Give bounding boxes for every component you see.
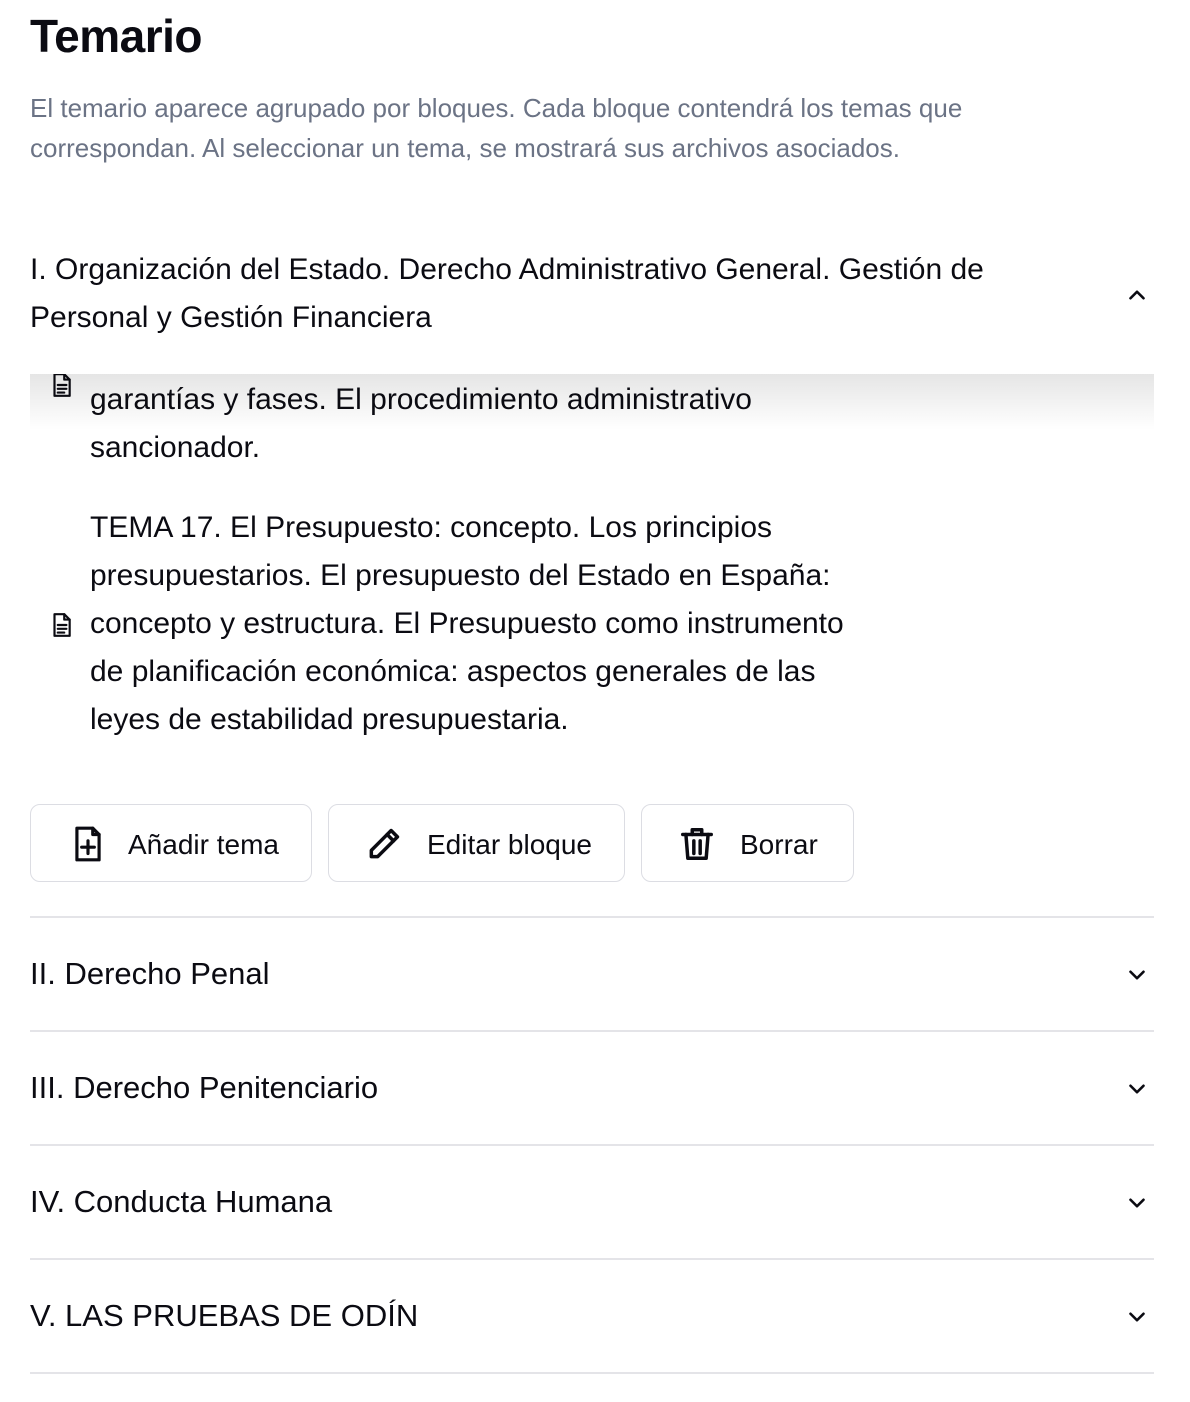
chevron-up-icon[interactable] — [1124, 282, 1150, 308]
pencil-icon — [369, 828, 400, 859]
page-description: El temario aparece agrupado por bloques.… — [30, 93, 963, 163]
document-icon — [53, 374, 71, 397]
topic-title: garantías y fases. El procedimiento admi… — [90, 383, 752, 464]
file-plus-icon — [75, 826, 101, 862]
chevron-down-icon[interactable] — [1124, 1076, 1150, 1102]
edit-block-label: Editar bloque — [427, 829, 593, 860]
document-icon — [53, 613, 71, 637]
delete-button[interactable]: Borrar — [641, 804, 854, 882]
block-header-iv[interactable]: IV. Conducta Humana — [30, 1146, 1154, 1258]
add-topic-label: Añadir tema — [128, 829, 279, 860]
block-title: I. Organización del Estado. Derecho Admi… — [30, 253, 984, 334]
block-header-iii[interactable]: III. Derecho Penitenciario — [30, 1032, 1154, 1144]
add-topic-button[interactable]: Añadir tema — [30, 804, 312, 882]
block-title: IV. Conducta Humana — [30, 1184, 333, 1219]
trash-icon — [681, 828, 713, 860]
topic-list[interactable]: garantías y fases. El procedimiento admi… — [30, 374, 1154, 760]
chevron-down-icon[interactable] — [1124, 962, 1150, 988]
block-title: V. LAS PRUEBAS DE ODÍN — [30, 1298, 419, 1333]
topic-item[interactable]: TEMA 17. El Presupuesto: concepto. Los p… — [30, 504, 930, 749]
edit-block-button[interactable]: Editar bloque — [328, 804, 625, 882]
delete-label: Borrar — [740, 829, 818, 860]
block-title: III. Derecho Penitenciario — [30, 1070, 379, 1105]
block-header-i[interactable]: I. Organización del Estado. Derecho Admi… — [30, 246, 1154, 346]
topic-title: TEMA 17. El Presupuesto: concepto. Los p… — [90, 511, 844, 736]
block-title: II. Derecho Penal — [30, 956, 270, 991]
block-header-v[interactable]: V. LAS PRUEBAS DE ODÍN — [30, 1260, 1154, 1372]
chevron-down-icon[interactable] — [1124, 1304, 1150, 1330]
chevron-down-icon[interactable] — [1124, 1190, 1150, 1216]
block-header-ii[interactable]: II. Derecho Penal — [30, 918, 1154, 1030]
page-title: Temario — [30, 10, 203, 62]
divider — [30, 1372, 1154, 1374]
topic-item[interactable]: garantías y fases. El procedimiento admi… — [30, 374, 930, 474]
